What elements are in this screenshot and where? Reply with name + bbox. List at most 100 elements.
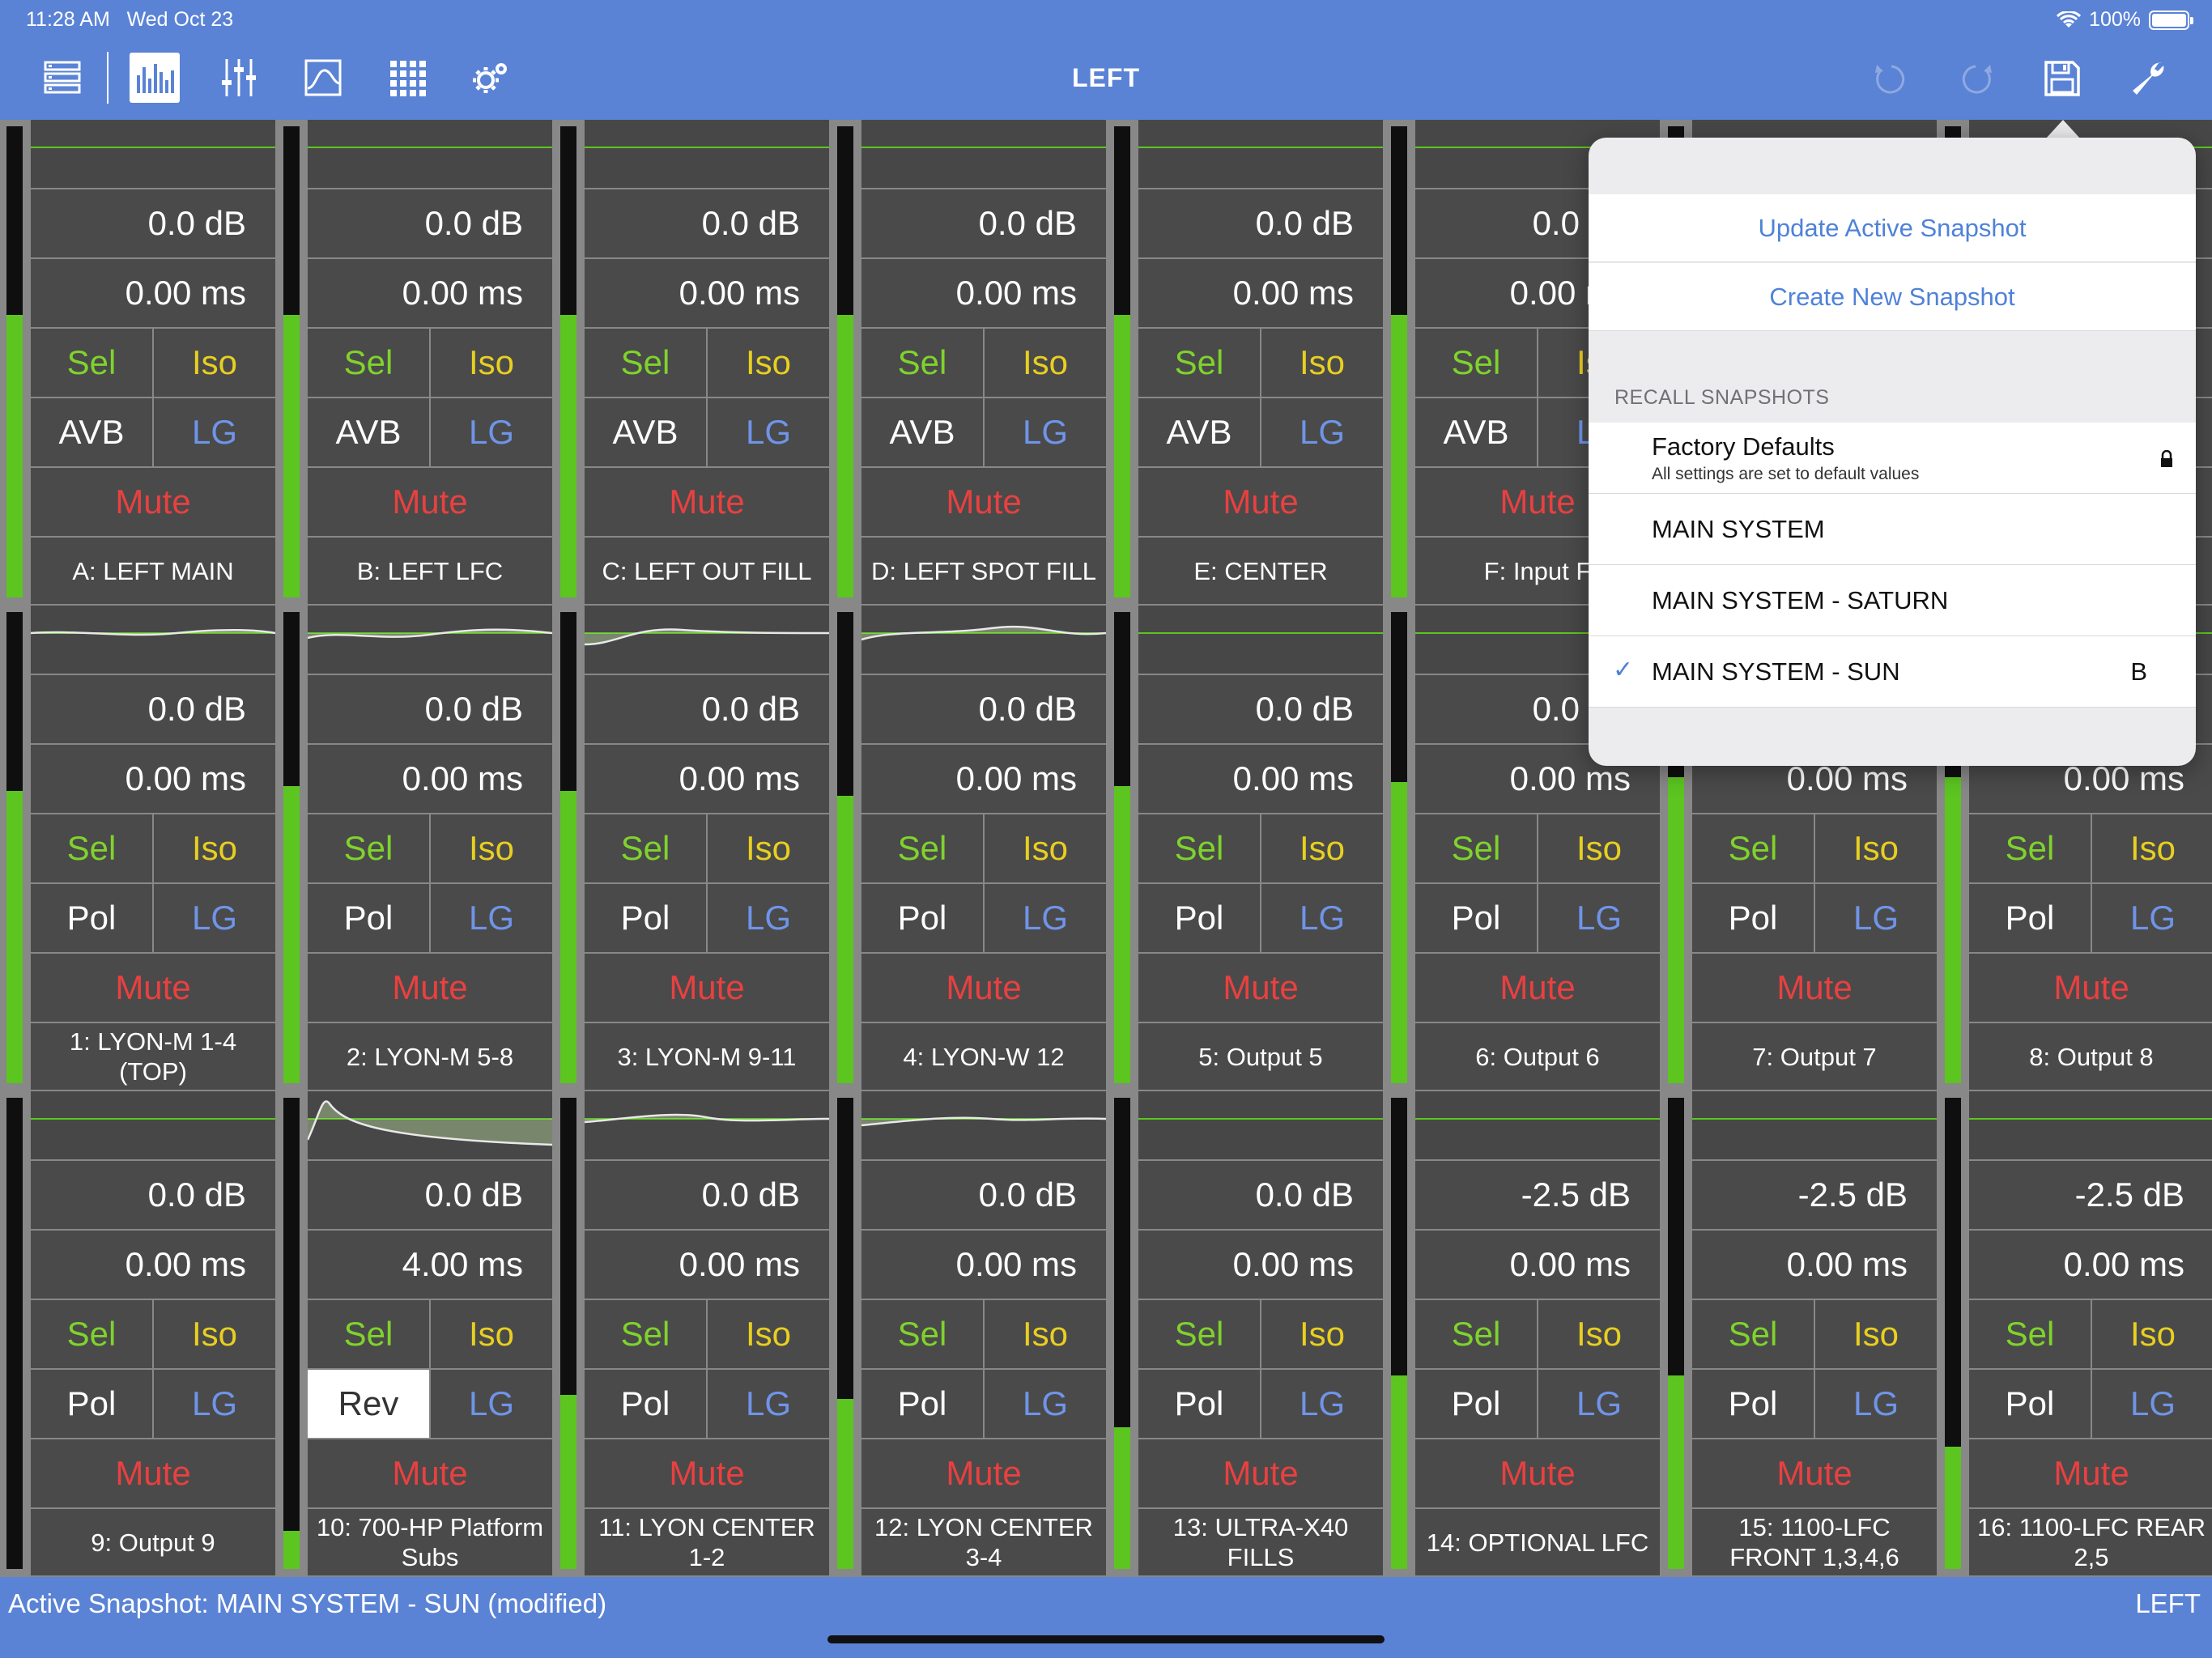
- mute-button[interactable]: Mute: [1138, 1439, 1383, 1507]
- isolate-button[interactable]: Iso: [985, 814, 1106, 882]
- link-group-button[interactable]: LG: [154, 884, 275, 952]
- mute-button[interactable]: Mute: [308, 954, 552, 1022]
- polarity-button[interactable]: Pol: [31, 1370, 152, 1438]
- polarity-button[interactable]: Pol: [1692, 1370, 1814, 1438]
- link-group-button[interactable]: LG: [154, 398, 275, 466]
- eq-curve-preview[interactable]: [585, 1091, 829, 1159]
- snapshot-main-system-sun[interactable]: ✓ MAIN SYSTEM - SUN B: [1589, 636, 2196, 708]
- mute-button[interactable]: Mute: [861, 954, 1106, 1022]
- select-button[interactable]: Sel: [31, 329, 152, 397]
- link-group-button[interactable]: LG: [985, 884, 1106, 952]
- gain-value[interactable]: -2.5 dB: [1969, 1161, 2212, 1229]
- eq-curve-preview[interactable]: [1138, 1091, 1383, 1159]
- link-group-button[interactable]: LG: [431, 398, 552, 466]
- select-button[interactable]: Sel: [861, 814, 983, 882]
- mute-button[interactable]: Mute: [308, 468, 552, 536]
- channel-name[interactable]: 12: LYON CENTER 3-4: [861, 1509, 1106, 1575]
- select-button[interactable]: Sel: [1692, 814, 1814, 882]
- gain-value[interactable]: 0.0 dB: [1138, 189, 1383, 257]
- snapshot-factory-defaults[interactable]: Factory Defaults All settings are set to…: [1589, 423, 2196, 494]
- gain-value[interactable]: 0.0 dB: [585, 1161, 829, 1229]
- gain-value[interactable]: 0.0 dB: [861, 1161, 1106, 1229]
- isolate-button[interactable]: Iso: [431, 814, 552, 882]
- polarity-button[interactable]: Pol: [861, 1370, 983, 1438]
- gain-value[interactable]: 0.0 dB: [31, 675, 275, 743]
- link-group-button[interactable]: LG: [431, 1370, 552, 1438]
- link-group-button[interactable]: LG: [2092, 1370, 2212, 1438]
- link-group-button[interactable]: LG: [708, 398, 829, 466]
- isolate-button[interactable]: Iso: [708, 329, 829, 397]
- mute-button[interactable]: Mute: [31, 468, 275, 536]
- link-group-button[interactable]: LG: [1815, 884, 1937, 952]
- isolate-button[interactable]: Iso: [708, 814, 829, 882]
- channel-name[interactable]: B: LEFT LFC: [308, 538, 552, 604]
- channel-name[interactable]: 14: OPTIONAL LFC: [1415, 1509, 1660, 1575]
- select-button[interactable]: Sel: [1692, 1300, 1814, 1368]
- delay-value[interactable]: 0.00 ms: [308, 745, 552, 813]
- gain-value[interactable]: 0.0 dB: [308, 675, 552, 743]
- link-group-button[interactable]: LG: [1261, 1370, 1383, 1438]
- link-group-button[interactable]: LG: [708, 1370, 829, 1438]
- gain-value[interactable]: 0.0 dB: [1138, 1161, 1383, 1229]
- link-group-button[interactable]: LG: [1261, 398, 1383, 466]
- mute-button[interactable]: Mute: [31, 1439, 275, 1507]
- isolate-button[interactable]: Iso: [154, 1300, 275, 1368]
- eq-curve-preview[interactable]: [1138, 120, 1383, 188]
- select-button[interactable]: Sel: [308, 329, 429, 397]
- mute-button[interactable]: Mute: [1692, 1439, 1937, 1507]
- polarity-button[interactable]: AVB: [308, 398, 429, 466]
- link-group-button[interactable]: LG: [985, 1370, 1106, 1438]
- link-group-button[interactable]: LG: [431, 884, 552, 952]
- channel-name[interactable]: C: LEFT OUT FILL: [585, 538, 829, 604]
- mute-button[interactable]: Mute: [585, 468, 829, 536]
- select-button[interactable]: Sel: [1415, 814, 1537, 882]
- link-group-button[interactable]: LG: [2092, 884, 2212, 952]
- mute-button[interactable]: Mute: [585, 1439, 829, 1507]
- delay-value[interactable]: 0.00 ms: [1692, 1231, 1937, 1299]
- eq-curve-preview[interactable]: [31, 120, 275, 188]
- gain-value[interactable]: 0.0 dB: [1138, 675, 1383, 743]
- select-button[interactable]: Sel: [1415, 1300, 1537, 1368]
- mute-button[interactable]: Mute: [861, 1439, 1106, 1507]
- channel-name[interactable]: A: LEFT MAIN: [31, 538, 275, 604]
- mute-button[interactable]: Mute: [861, 468, 1106, 536]
- isolate-button[interactable]: Iso: [1815, 814, 1937, 882]
- polarity-button[interactable]: Pol: [31, 884, 152, 952]
- polarity-button[interactable]: Rev: [308, 1370, 429, 1438]
- polarity-button[interactable]: AVB: [585, 398, 706, 466]
- channel-name[interactable]: 10: 700-HP Platform Subs: [308, 1509, 552, 1575]
- channel-name[interactable]: 3: LYON-M 9-11: [585, 1023, 829, 1090]
- select-button[interactable]: Sel: [1969, 814, 2091, 882]
- isolate-button[interactable]: Iso: [2092, 814, 2212, 882]
- delay-value[interactable]: 0.00 ms: [861, 259, 1106, 327]
- polarity-button[interactable]: Pol: [1969, 884, 2091, 952]
- delay-value[interactable]: 0.00 ms: [585, 745, 829, 813]
- delay-value[interactable]: 0.00 ms: [1138, 745, 1383, 813]
- eq-curve-preview[interactable]: [31, 606, 275, 674]
- delay-value[interactable]: 0.00 ms: [585, 259, 829, 327]
- link-group-button[interactable]: LG: [154, 1370, 275, 1438]
- gain-value[interactable]: 0.0 dB: [861, 675, 1106, 743]
- mute-button[interactable]: Mute: [1415, 1439, 1660, 1507]
- eq-curve-preview[interactable]: [1415, 1091, 1660, 1159]
- isolate-button[interactable]: Iso: [708, 1300, 829, 1368]
- undo-icon[interactable]: [1865, 53, 1916, 104]
- home-indicator[interactable]: [827, 1635, 1385, 1643]
- select-button[interactable]: Sel: [1415, 329, 1537, 397]
- delay-value[interactable]: 0.00 ms: [31, 1231, 275, 1299]
- channel-name[interactable]: 2: LYON-M 5-8: [308, 1023, 552, 1090]
- eq-curve-preview[interactable]: [861, 120, 1106, 188]
- channel-name[interactable]: 5: Output 5: [1138, 1023, 1383, 1090]
- polarity-button[interactable]: Pol: [1415, 884, 1537, 952]
- eq-curve-preview[interactable]: [308, 120, 552, 188]
- select-button[interactable]: Sel: [1138, 1300, 1260, 1368]
- select-button[interactable]: Sel: [31, 1300, 152, 1368]
- isolate-button[interactable]: Iso: [431, 1300, 552, 1368]
- snapshot-main-system[interactable]: MAIN SYSTEM: [1589, 494, 2196, 565]
- delay-value[interactable]: 0.00 ms: [1415, 1231, 1660, 1299]
- select-button[interactable]: Sel: [308, 1300, 429, 1368]
- redo-icon[interactable]: [1951, 53, 2001, 104]
- mute-button[interactable]: Mute: [31, 954, 275, 1022]
- polarity-button[interactable]: Pol: [861, 884, 983, 952]
- polarity-button[interactable]: AVB: [1415, 398, 1537, 466]
